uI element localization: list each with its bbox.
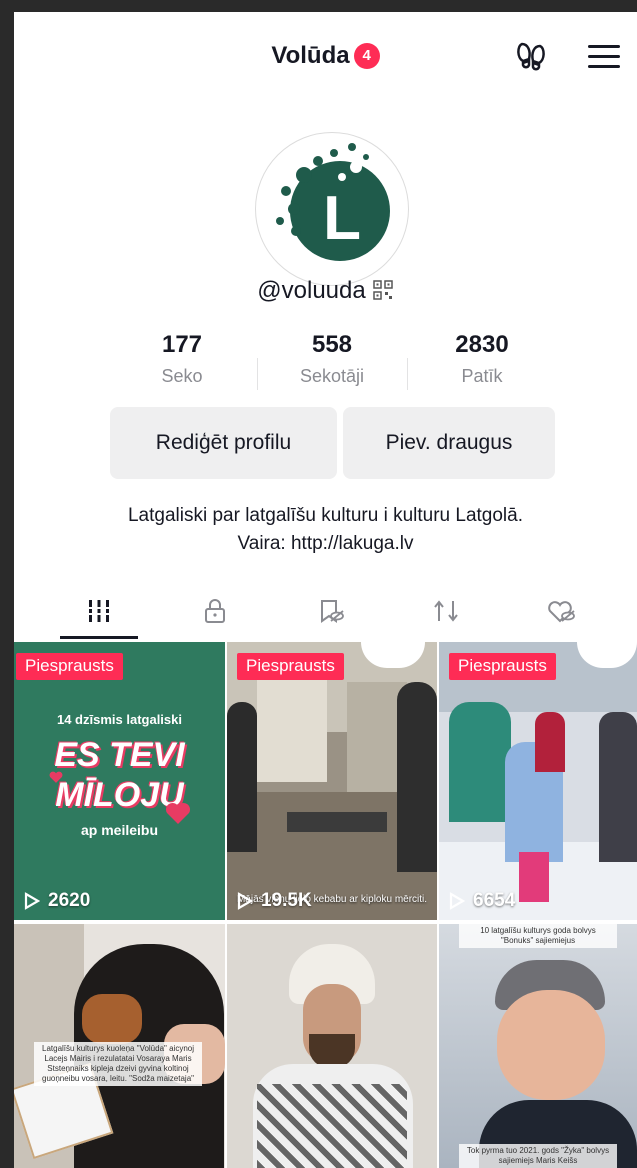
view-count: 2620 (24, 890, 90, 912)
header: Volūda 4 (14, 12, 637, 100)
username: @voluuda (14, 277, 637, 305)
play-icon (237, 892, 253, 910)
edit-profile-button[interactable]: Rediģēt profilu (110, 407, 337, 479)
view-count: 6654 (449, 890, 515, 912)
thumbnail-subtitle: ap meileibu (80, 822, 159, 838)
view-count-value: 2620 (48, 890, 91, 911)
stat-following[interactable]: 177 Seko (107, 330, 257, 387)
tab-private[interactable] (170, 582, 260, 640)
video-thumbnail[interactable]: 10 latgalīšu kulturys goda bolvys "Bonuk… (439, 924, 637, 1168)
profile-screen: Volūda 4 L @voluuda 177 Seko 558 Sekotāj… (14, 12, 637, 1168)
title-text: Volūda (271, 42, 350, 69)
tab-liked[interactable] (517, 582, 607, 640)
bio: Latgaliski par latgalīšu kulturu i kultu… (14, 502, 637, 558)
repost-icon (434, 600, 458, 622)
tab-videos[interactable] (54, 582, 144, 640)
heart-icon (49, 771, 63, 783)
avatar-letter: L (323, 184, 361, 253)
video-caption-top: 10 latgalīšu kulturys goda bolvys "Bonuk… (459, 924, 617, 948)
stat-label: Patīk (461, 366, 503, 386)
video-thumbnail[interactable]: Mājās vienu lielo kebabu ar kiploku mērc… (227, 642, 437, 920)
lock-icon (205, 599, 225, 623)
pinned-badge: Piesprausts (237, 653, 344, 680)
avatar[interactable]: L (255, 132, 409, 286)
stat-label: Sekotāji (299, 366, 365, 386)
bio-link[interactable]: Vaira: http://lakuga.lv (14, 530, 637, 558)
video-thumbnail[interactable]: Latgalīšu kulturys kuoleņa "Volūda" aicy… (14, 924, 225, 1168)
thumbnail-title: MĪLOJU (55, 776, 184, 814)
view-count-value: 6654 (473, 890, 516, 911)
add-friends-button[interactable]: Piev. draugus (343, 407, 555, 479)
play-icon (449, 892, 465, 910)
video-grid: 14 dzīsmis latgaliski ES TEVI MĪLOJU ap … (14, 642, 637, 1168)
stat-value: 177 (161, 331, 203, 358)
pinned-badge: Piesprausts (16, 653, 123, 680)
stat-value: 558 (311, 331, 353, 358)
notification-badge: 4 (353, 43, 380, 69)
thumbnail-text: 14 dzīsmis latgaliski (56, 712, 182, 727)
lakuga-logo-icon: L (276, 143, 390, 261)
video-thumbnail[interactable] (227, 924, 437, 1168)
bookmark-hidden-icon (321, 600, 344, 623)
menu-icon[interactable] (584, 36, 624, 76)
play-icon (24, 892, 40, 910)
profile-stats: 177 Seko 558 Sekotāji 2830 Patīk (14, 330, 637, 400)
stat-likes[interactable]: 2830 Patīk (407, 330, 557, 387)
qr-code-icon[interactable] (372, 279, 394, 301)
stat-value: 2830 (455, 331, 509, 358)
tab-favorites[interactable] (286, 582, 376, 640)
thumbnail-title: ES TEVI (54, 736, 185, 774)
heart-hidden-icon (548, 601, 575, 623)
video-thumbnail[interactable]: Piesprausts 6654 (439, 642, 637, 920)
view-count: 19.5K (237, 890, 312, 912)
tab-reposts[interactable] (401, 582, 491, 640)
active-tab-indicator (60, 636, 138, 639)
video-thumbnail[interactable]: 14 dzīsmis latgaliski ES TEVI MĪLOJU ap … (14, 642, 225, 920)
footprints-icon[interactable] (512, 36, 552, 76)
pinned-badge: Piesprausts (449, 653, 556, 680)
bio-line: Latgaliski par latgalīšu kulturu i kultu… (127, 505, 523, 526)
username-text: @voluuda (257, 277, 366, 304)
video-caption: Latgalīšu kulturys kuoleņa "Volūda" aicy… (34, 1042, 202, 1086)
view-count-value: 19.5K (261, 890, 312, 911)
grid-icon (87, 600, 111, 622)
video-caption-bottom: Tok pyrma tuo 2021. gods "Žyka" bolvys s… (459, 1144, 617, 1168)
profile-tabs (14, 582, 637, 640)
stat-followers[interactable]: 558 Sekotāji (257, 330, 407, 387)
stat-label: Seko (161, 366, 203, 386)
